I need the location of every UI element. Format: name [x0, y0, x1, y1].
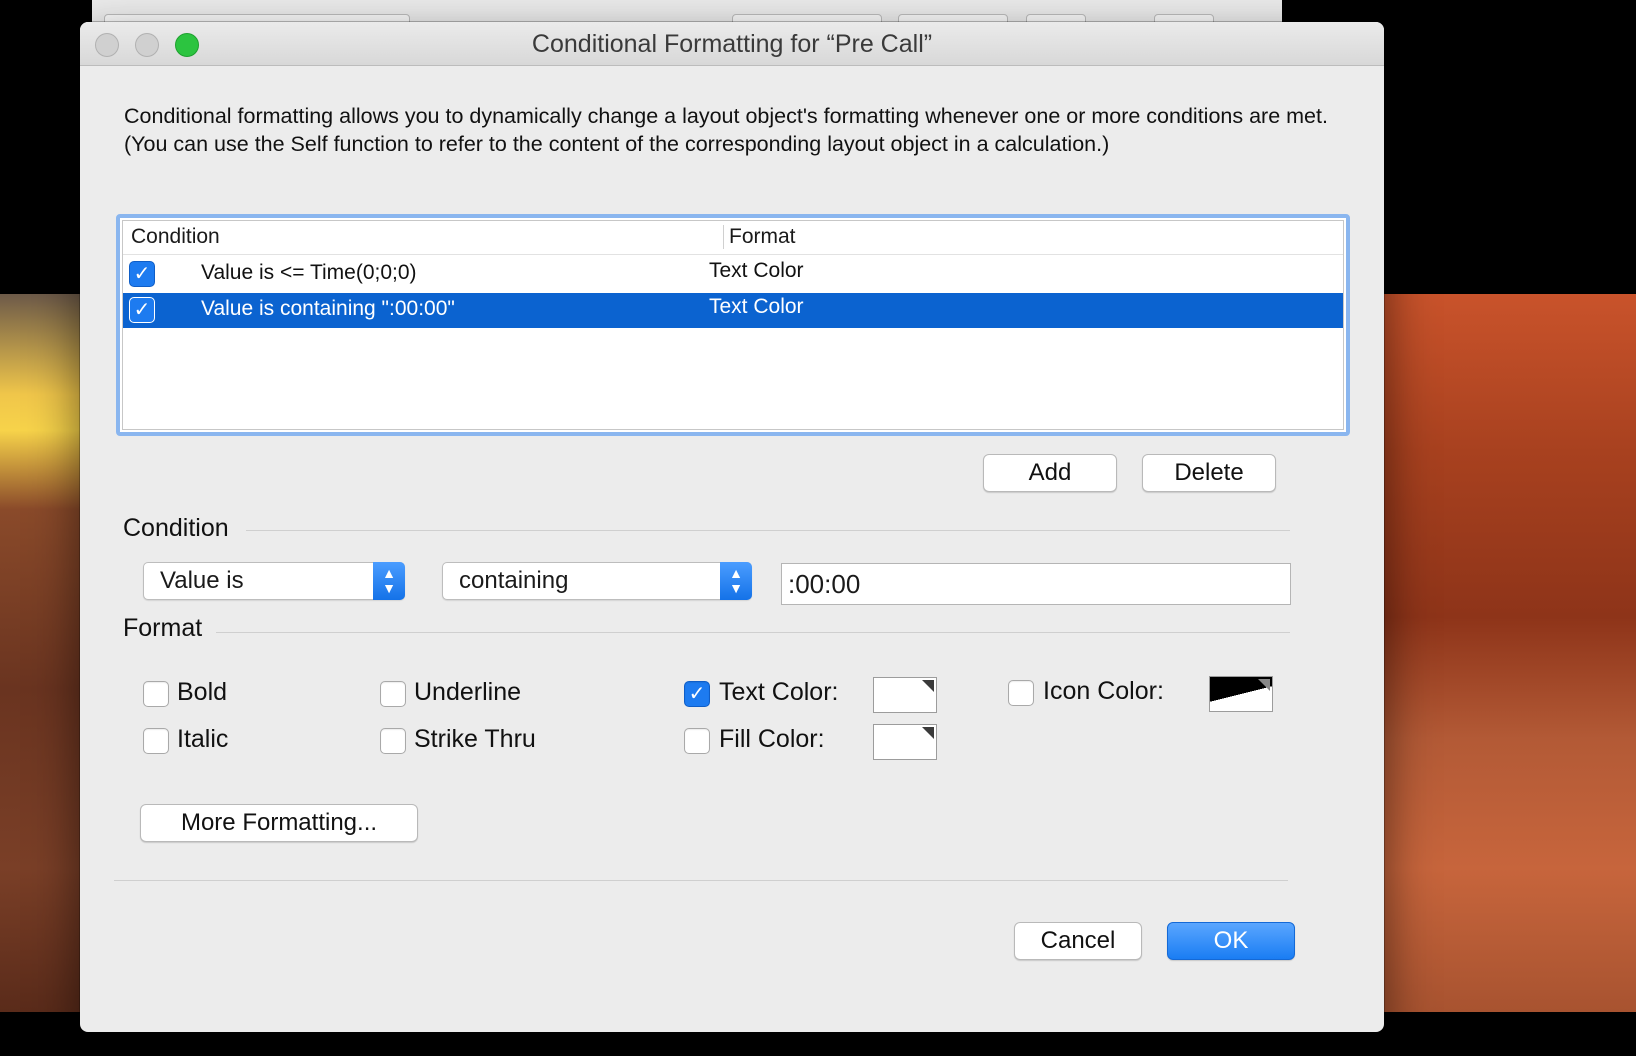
row-format: Text Color	[709, 295, 804, 318]
strike-thru-label[interactable]: Strike Thru	[414, 725, 536, 754]
column-header-condition[interactable]: Condition	[131, 225, 220, 249]
section-divider	[216, 632, 1290, 633]
dialog-description: Conditional formatting allows you to dyn…	[124, 104, 1328, 156]
operator-value: containing	[459, 567, 569, 594]
text-color-swatch[interactable]	[873, 677, 937, 713]
table-row[interactable]: ✓ Value is <= Time(0;0;0) Text Color	[123, 257, 1343, 292]
section-divider	[246, 530, 1290, 531]
minimize-window-button[interactable]	[135, 33, 159, 57]
zoom-window-button[interactable]	[175, 33, 199, 57]
desktop-wallpaper-right	[1380, 294, 1636, 1012]
strike-thru-checkbox[interactable]	[380, 728, 406, 754]
row-condition: Value is <= Time(0;0;0)	[201, 261, 417, 284]
underline-checkbox[interactable]	[380, 681, 406, 707]
bold-checkbox[interactable]	[143, 681, 169, 707]
table-row-selected[interactable]: ✓ Value is containing ":00:00" Text Colo…	[123, 293, 1343, 328]
condition-value-input[interactable]: :00:00	[781, 563, 1291, 605]
close-window-button[interactable]	[95, 33, 119, 57]
text-color-label[interactable]: Text Color:	[719, 678, 838, 707]
column-header-format[interactable]: Format	[729, 225, 796, 249]
row-enabled-checkbox[interactable]: ✓	[129, 297, 155, 323]
title-bar: Conditional Formatting for “Pre Call”	[80, 22, 1384, 66]
icon-color-swatch[interactable]	[1209, 676, 1273, 712]
conditions-table-body: Condition Format ✓ Value is <= Time(0;0;…	[122, 220, 1344, 430]
text-color-checkbox[interactable]: ✓	[684, 681, 710, 707]
italic-checkbox[interactable]	[143, 728, 169, 754]
footer-divider	[114, 880, 1288, 881]
bold-label[interactable]: Bold	[177, 678, 227, 707]
fill-color-checkbox[interactable]	[684, 728, 710, 754]
column-separator	[723, 225, 724, 249]
popup-arrows-icon: ▲ ▼	[373, 562, 405, 600]
dialog-title: Conditional Formatting for “Pre Call”	[531, 30, 933, 58]
ok-button[interactable]: OK	[1167, 922, 1295, 960]
icon-color-label[interactable]: Icon Color:	[1043, 677, 1164, 706]
operator-popup[interactable]: containing ▲ ▼	[442, 562, 752, 600]
desktop-wallpaper-left	[0, 294, 90, 1012]
row-format: Text Color	[709, 259, 804, 282]
row-condition: Value is containing ":00:00"	[201, 297, 455, 320]
format-section-label: Format	[123, 614, 203, 642]
condition-section-label: Condition	[123, 514, 229, 542]
swatch-dropdown-icon	[922, 680, 934, 692]
underline-label[interactable]: Underline	[414, 678, 521, 707]
add-button[interactable]: Add	[983, 454, 1117, 492]
more-formatting-button[interactable]: More Formatting...	[140, 804, 418, 842]
swatch-dropdown-icon	[1258, 679, 1270, 691]
fill-color-label[interactable]: Fill Color:	[719, 725, 825, 754]
row-enabled-checkbox[interactable]: ✓	[129, 261, 155, 287]
popup-arrows-icon: ▲ ▼	[720, 562, 752, 600]
delete-button[interactable]: Delete	[1142, 454, 1276, 492]
italic-label[interactable]: Italic	[177, 725, 228, 754]
conditions-table[interactable]: Condition Format ✓ Value is <= Time(0;0;…	[116, 214, 1350, 436]
cancel-button[interactable]: Cancel	[1014, 922, 1142, 960]
swatch-dropdown-icon	[922, 727, 934, 739]
icon-color-checkbox[interactable]	[1008, 680, 1034, 706]
table-header: Condition Format	[123, 221, 1343, 255]
conditional-formatting-dialog: Conditional Formatting for “Pre Call” Co…	[80, 22, 1384, 1032]
operand-popup[interactable]: Value is ▲ ▼	[143, 562, 405, 600]
operand-value: Value is	[160, 567, 244, 594]
fill-color-swatch[interactable]	[873, 724, 937, 760]
